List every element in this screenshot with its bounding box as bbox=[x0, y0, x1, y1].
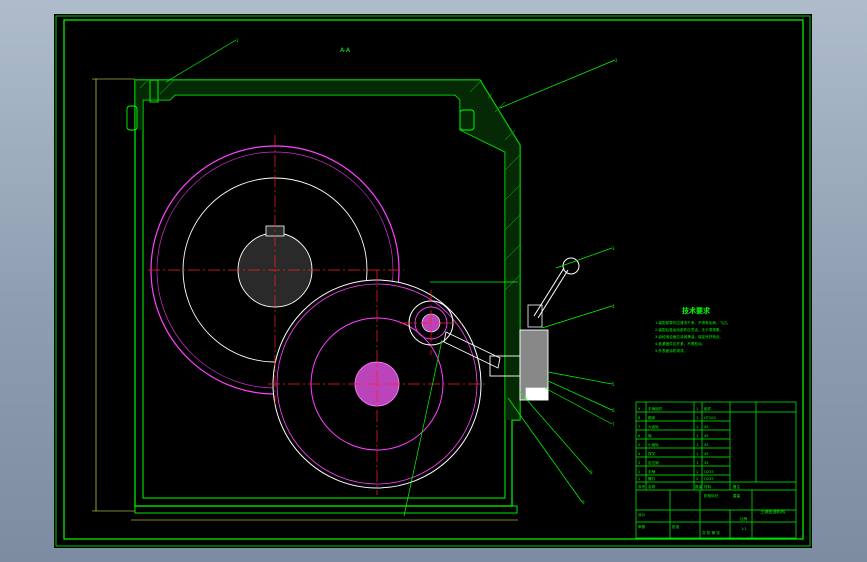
part-row-qty: 1 bbox=[696, 452, 698, 456]
part-row-material: 45 bbox=[704, 434, 709, 438]
part-row-material: 35 bbox=[704, 461, 709, 465]
part-row-qty: 1 bbox=[696, 434, 698, 438]
part-row-no: 2 bbox=[638, 470, 640, 474]
parts-header-note: 备注 bbox=[733, 484, 741, 489]
cad-viewport[interactable]: A-A 1 2 3 4 5 6 7 8 9 技术要求 1.装配前零件应清洗干净，… bbox=[0, 0, 867, 562]
tech-req-item: 2.装配后各运动部件应灵活，无卡滞现象。 bbox=[655, 327, 723, 332]
designer-label: 设计 bbox=[638, 512, 646, 517]
part-row-material: 组件 bbox=[704, 406, 712, 411]
part-row-material: 45 bbox=[704, 443, 709, 447]
section-label: A-A bbox=[340, 47, 351, 54]
part-row-qty: 1 bbox=[696, 416, 698, 420]
parts-header-no: 序号 bbox=[638, 484, 646, 489]
part-row-material: 45 bbox=[704, 425, 709, 429]
part-row-name: 手柄组件 bbox=[648, 406, 663, 411]
tech-req-item: 1.装配前零件应清洗干净，不得有毛刺、飞边。 bbox=[655, 320, 730, 325]
part-row-name: 螺钉 bbox=[648, 476, 656, 481]
part-row-name: 手柄 bbox=[648, 469, 656, 474]
part-row-no: 3 bbox=[638, 461, 640, 465]
part-row-name: 小齿轮 bbox=[648, 442, 659, 447]
tech-req-item: 5.外表面涂防锈漆。 bbox=[655, 348, 687, 353]
part-row-no: 5 bbox=[638, 443, 640, 447]
checker-label: 审核 bbox=[638, 524, 646, 529]
part-row-name: 拨叉 bbox=[648, 451, 656, 456]
part-row-material: Q235 bbox=[704, 477, 714, 481]
stage-label: 阶段标记 bbox=[704, 493, 719, 498]
part-row-no: 1 bbox=[638, 477, 640, 481]
part-row-name: 大齿轮 bbox=[648, 424, 659, 429]
part-row-qty: 2 bbox=[696, 477, 698, 481]
part-row-qty: 1 bbox=[696, 425, 698, 429]
part-row-name: 定位销 bbox=[648, 460, 659, 465]
parts-header-material: 材料 bbox=[704, 484, 712, 489]
part-row-material: HT200 bbox=[704, 416, 716, 420]
parts-header-name: 名称 bbox=[648, 484, 656, 489]
tech-req-item: 4.各紧固件应拧紧，不得松动。 bbox=[655, 341, 705, 346]
part-row-no: 7 bbox=[638, 425, 640, 429]
approver-label: 批准 bbox=[672, 524, 680, 529]
weight-label: 重量 bbox=[733, 493, 741, 498]
part-row-qty: 1 bbox=[696, 443, 698, 447]
part-row-material: 45 bbox=[704, 452, 709, 456]
part-row-qty: 1 bbox=[696, 470, 698, 474]
scale-value: 1:1 bbox=[741, 527, 747, 531]
tech-req-title: 技术要求 bbox=[682, 306, 711, 315]
sheet-label: 共 张 第 张 bbox=[702, 530, 720, 535]
drawing-title: 主轴变速机构 bbox=[760, 508, 785, 515]
part-row-qty: 1 bbox=[696, 407, 698, 411]
part-row-name: 箱体 bbox=[648, 415, 656, 420]
scale-label: 比例 bbox=[740, 516, 748, 521]
parts-header-qty: 数量 bbox=[695, 484, 703, 489]
tech-req-item: 3.齿轮啮合面应涂润滑油，保证良好啮合。 bbox=[655, 334, 723, 339]
part-row-qty: 1 bbox=[696, 461, 698, 465]
part-row-material: Q235 bbox=[704, 470, 714, 474]
part-row-name: 轴 bbox=[648, 433, 652, 438]
